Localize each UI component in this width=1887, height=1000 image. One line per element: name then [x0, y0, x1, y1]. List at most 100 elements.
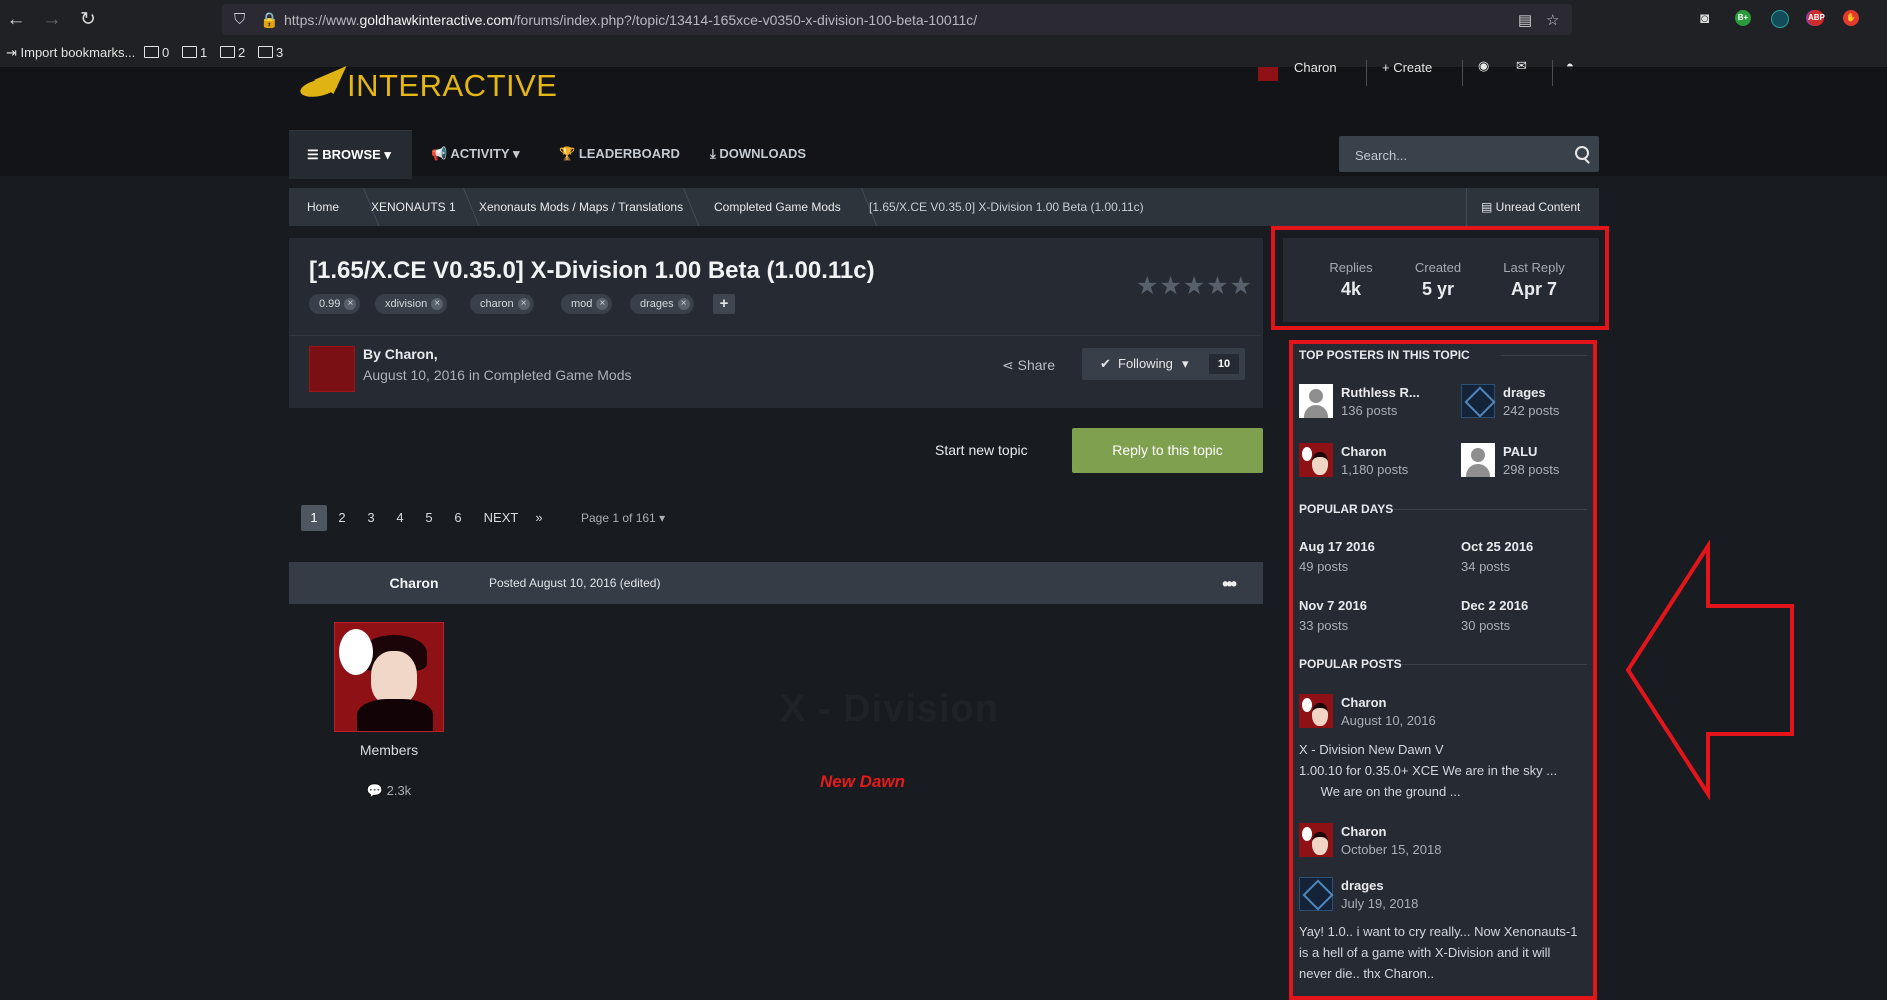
page-of-label: Page 1 of 161	[581, 511, 656, 525]
author-byline[interactable]: By Charon,	[363, 346, 438, 362]
pocket-icon[interactable]: ◙	[1700, 10, 1709, 27]
nav-label: BROWSE	[322, 147, 381, 162]
forward-icon[interactable]: →	[40, 8, 64, 32]
search-icon[interactable]	[1575, 146, 1589, 160]
extension-b-plus-icon[interactable]: B+	[1735, 10, 1751, 26]
extension-circle-icon[interactable]	[1771, 10, 1789, 28]
caret-down-icon: ▾	[509, 146, 520, 161]
header-divider	[1552, 60, 1553, 86]
last-page-button[interactable]: »	[531, 505, 547, 531]
header-divider	[1366, 60, 1367, 86]
browser-toolbar: ← → ↻ ⛉ 🔒 https://www.goldhawkinteractiv…	[0, 0, 1887, 39]
remove-tag-icon[interactable]: ×	[431, 298, 444, 310]
import-bookmarks-link[interactable]: ⇥ Import bookmarks...	[6, 45, 135, 61]
tag-label: drages	[640, 298, 674, 310]
messages-icon[interactable]: ✉	[1516, 58, 1527, 74]
tag-label: mod	[571, 298, 593, 310]
bookmark-folder-2[interactable]: 2	[220, 45, 245, 60]
post-author-avatar[interactable]	[334, 622, 444, 732]
user-avatar[interactable]	[1258, 67, 1278, 81]
page-4[interactable]: 4	[387, 505, 413, 531]
user-menu[interactable]: Charon	[1294, 60, 1337, 75]
following-button[interactable]: ✔ Following ▾ 10	[1082, 348, 1245, 380]
unread-content-link[interactable]: ▤ Unread Content	[1466, 188, 1599, 226]
start-new-topic-button[interactable]: Start new topic	[935, 428, 1028, 473]
page-6[interactable]: 6	[445, 505, 471, 531]
highlight-box-sidebar	[1289, 340, 1597, 1000]
trophy-icon: 🏆	[559, 146, 579, 161]
create-label: Create	[1393, 60, 1433, 75]
page-3[interactable]: 3	[358, 505, 384, 531]
post-date[interactable]: Posted August 10, 2016 (edited)	[489, 562, 660, 604]
bookmark-folder-label: 0	[162, 45, 170, 60]
share-button[interactable]: ⋖ Share	[1002, 357, 1055, 374]
post-banner-subtitle: New Dawn	[820, 772, 906, 791]
extension-abp-icon[interactable]: ABP	[1808, 10, 1825, 26]
post-author[interactable]: Charon	[364, 562, 464, 604]
next-page-button[interactable]: NEXT	[483, 505, 519, 531]
shield-icon[interactable]: ⛉	[234, 11, 245, 28]
bookmark-folder-0[interactable]: 0	[144, 45, 169, 60]
rating-stars[interactable]: ★★★★★	[1136, 271, 1253, 301]
nav-browse[interactable]: ☰ BROWSE ▾	[289, 130, 412, 179]
bookmark-folder-1[interactable]: 1	[182, 45, 207, 60]
folder-icon	[258, 46, 273, 58]
remove-tag-icon[interactable]: ×	[517, 298, 530, 310]
tag[interactable]: drages ×	[630, 294, 694, 314]
back-icon[interactable]: ←	[4, 8, 28, 32]
remove-tag-icon[interactable]: ×	[344, 298, 357, 310]
megaphone-icon: 📢	[431, 146, 451, 161]
url-domain: goldhawkinteractive.com	[359, 12, 513, 28]
post-banner-title: X - Division	[780, 688, 999, 730]
page-1[interactable]: 1	[301, 505, 327, 531]
address-bar[interactable]: ⛉ 🔒 https://www.goldhawkinteractive.com/…	[222, 4, 1572, 35]
breadcrumb-mods[interactable]: Xenonauts Mods / Maps / Translations	[479, 188, 683, 226]
avatar-face	[371, 651, 417, 705]
lock-icon[interactable]: 🔒	[260, 11, 279, 29]
tag[interactable]: 0.99 ×	[309, 294, 361, 314]
reports-icon[interactable]: ◓	[1566, 58, 1574, 73]
bookmark-star-icon[interactable]: ☆	[1546, 11, 1559, 29]
remove-tag-icon[interactable]: ×	[596, 298, 609, 310]
nav-label: LEADERBOARD	[578, 146, 680, 161]
reload-icon[interactable]: ↻	[76, 8, 100, 32]
nav-leaderboard[interactable]: 🏆 LEADERBOARD	[559, 130, 680, 178]
page-jump-dropdown[interactable]: Page 1 of 161 ▾	[581, 505, 665, 531]
tag-label: charon	[480, 298, 514, 310]
unread-label: Unread Content	[1495, 200, 1581, 214]
nav-label: ACTIVITY	[450, 146, 510, 161]
bookmark-folder-label: 2	[238, 45, 246, 60]
reader-view-icon[interactable]: ▤	[1518, 11, 1532, 29]
import-icon: ⇥	[6, 45, 21, 60]
breadcrumb-xenonauts[interactable]: XENONAUTS 1	[371, 188, 456, 226]
nav-downloads[interactable]: ⤓ DOWNLOADS	[710, 130, 806, 178]
add-tag-button[interactable]: +	[713, 294, 735, 314]
folder-icon	[182, 46, 197, 58]
url-text[interactable]: https://www.goldhawkinteractive.com/foru…	[284, 12, 977, 28]
tag-label: xdivision	[385, 298, 428, 310]
create-menu[interactable]: + Create	[1382, 60, 1432, 75]
folder-icon	[144, 46, 159, 58]
post-count-label: 2.3k	[386, 783, 412, 798]
breadcrumb-completed-mods[interactable]: Completed Game Mods	[714, 188, 841, 226]
tag[interactable]: xdivision ×	[375, 294, 448, 314]
reply-to-topic-button[interactable]: Reply to this topic	[1072, 428, 1263, 473]
more-options-icon[interactable]: •••	[1222, 574, 1237, 595]
notifications-icon[interactable]: ◉	[1478, 58, 1489, 74]
page-5[interactable]: 5	[416, 505, 442, 531]
author-avatar[interactable]	[309, 346, 355, 392]
nav-activity[interactable]: 📢 ACTIVITY ▾	[431, 130, 519, 178]
member-group: Members	[359, 742, 419, 758]
page-2[interactable]: 2	[329, 505, 355, 531]
share-icon: ⋖	[1002, 357, 1018, 373]
extension-hand-icon[interactable]: ✋	[1843, 10, 1859, 26]
follower-count: 10	[1209, 354, 1239, 374]
remove-tag-icon[interactable]: ×	[677, 298, 690, 310]
search-input[interactable]	[1339, 136, 1567, 174]
tag[interactable]: charon ×	[470, 294, 534, 314]
breadcrumb-home[interactable]: Home	[307, 188, 339, 226]
tag[interactable]: mod ×	[561, 294, 613, 314]
arrow-outline	[1625, 540, 1794, 800]
site-logo-text[interactable]: INTERACTIVE	[347, 68, 557, 104]
bookmark-folder-3[interactable]: 3	[258, 45, 283, 60]
